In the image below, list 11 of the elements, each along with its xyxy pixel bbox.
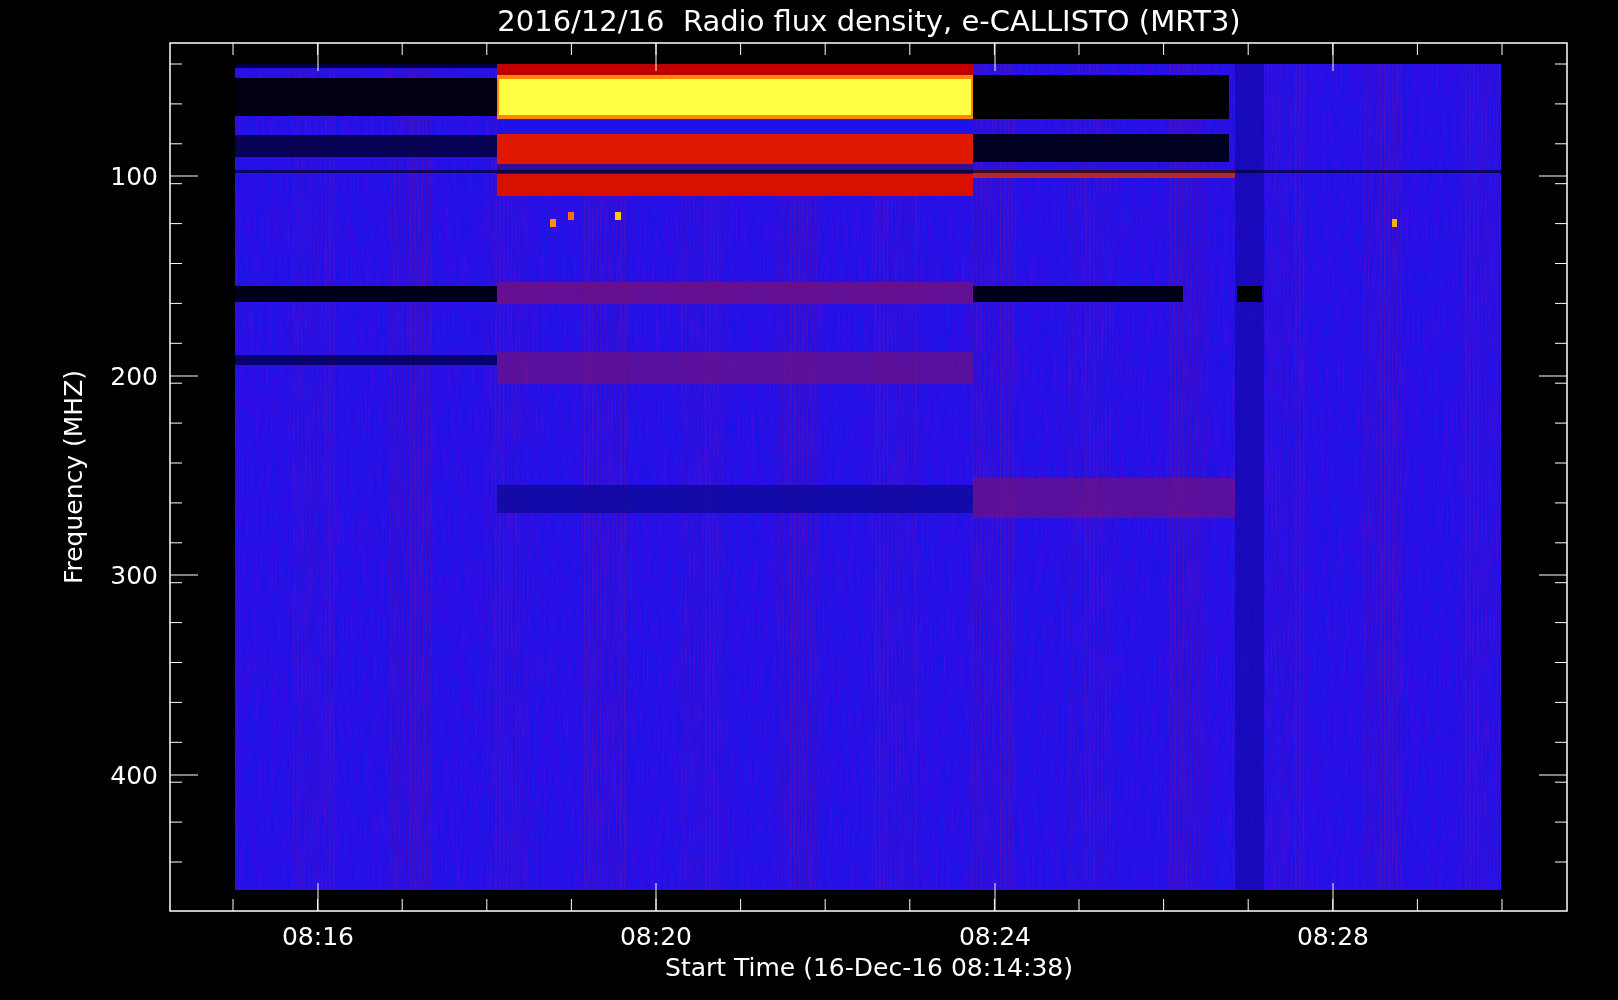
tick-label: 08:24	[959, 922, 1031, 951]
axis-label: Frequency (MHZ)	[59, 369, 88, 585]
tick-label: 08:16	[282, 922, 354, 951]
tick-label: 400	[110, 761, 158, 790]
tick-label: 300	[110, 561, 158, 590]
tick-label: 08:28	[1297, 922, 1369, 951]
axis-label: Start Time (16-Dec-16 08:14:38)	[665, 953, 1073, 982]
tick-label: 08:20	[620, 922, 692, 951]
tick-label: 100	[110, 162, 158, 191]
tick-label: 200	[110, 362, 158, 391]
chart-title: 2016/12/16 Radio flux density, e-CALLISTO (MRT3)	[497, 4, 1241, 38]
